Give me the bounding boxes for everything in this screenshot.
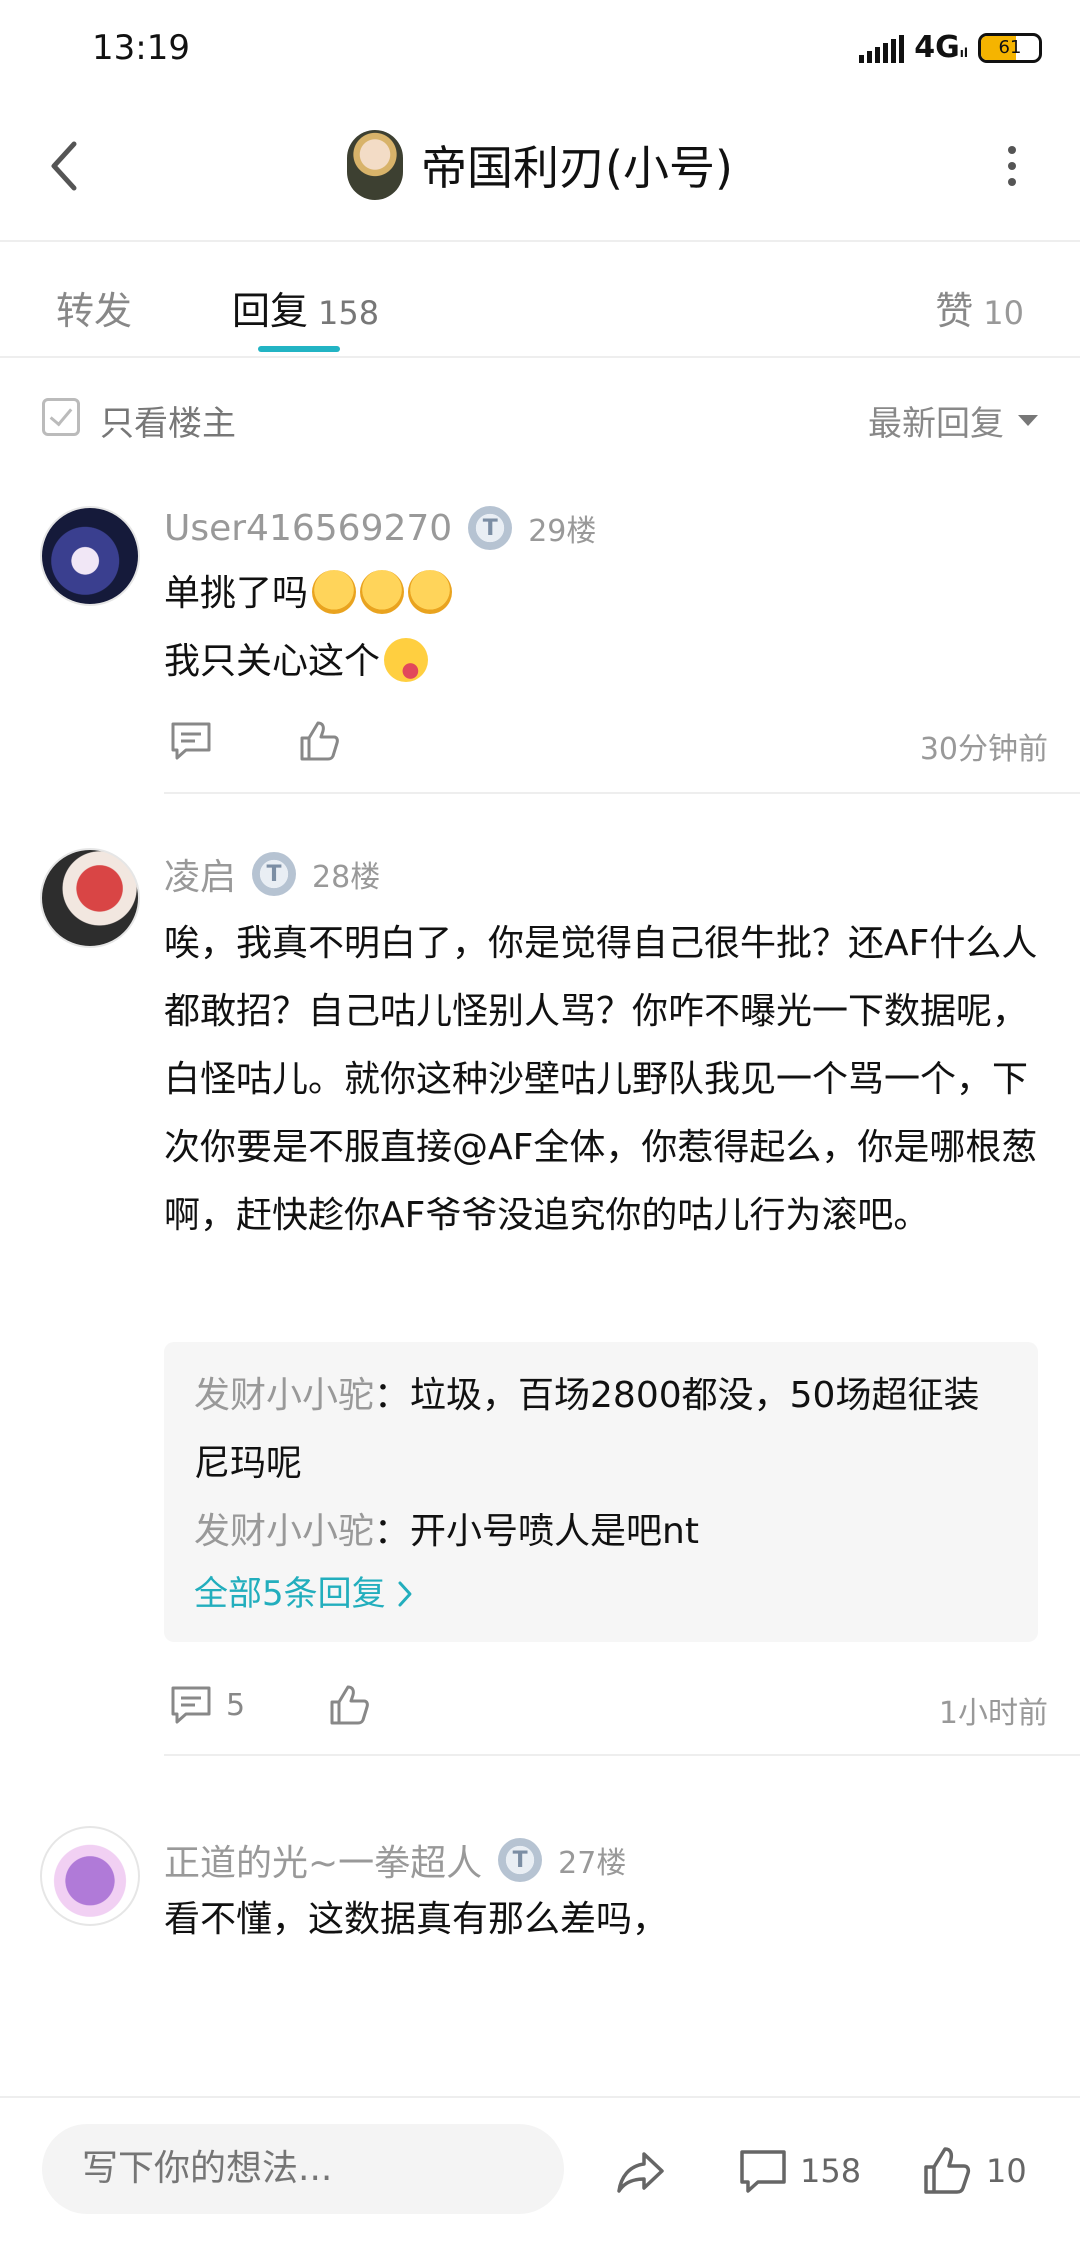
level-badge-icon: T [252, 852, 297, 896]
only-op-checkbox[interactable] [42, 398, 80, 436]
share-icon[interactable] [614, 2144, 668, 2198]
filter-bar: 只看楼主 最新回复 [0, 358, 1080, 476]
reply-username[interactable]: 发财小小驼 [194, 1375, 374, 1416]
divider [164, 792, 1080, 794]
like-count: 10 [983, 294, 1024, 332]
chevron-right-icon [398, 1581, 412, 1607]
comment-actions: 5 1小时前 [164, 1682, 1048, 1732]
avatar[interactable] [40, 506, 140, 606]
active-tab-indicator [258, 346, 340, 352]
author-avatar[interactable] [347, 130, 404, 200]
comment-meta: 正道的光~一拳超人 T 27楼 [164, 1834, 626, 1886]
tab-bar: 转发 回复 158 赞 10 [0, 242, 1080, 358]
comment-icon[interactable] [736, 2144, 790, 2198]
comment-input[interactable] [42, 2124, 564, 2214]
comment-icon[interactable] [168, 718, 214, 764]
status-bar: 13:19 4Gıl 61 [0, 0, 1080, 100]
caret-down-icon [1018, 415, 1038, 426]
bottom-bar: 158 10 [0, 2096, 1080, 2248]
status-time: 13:19 [92, 28, 190, 68]
floor-number: 28楼 [312, 860, 381, 895]
signal-icon [859, 33, 905, 63]
level-badge-icon: T [498, 1838, 543, 1882]
battery-icon: 61 [978, 32, 1042, 63]
comment-time: 30分钟前 [919, 732, 1048, 767]
network-type: 4Gıl [914, 30, 968, 65]
battery-level: 61 [998, 37, 1022, 58]
tab-forward[interactable]: 转发 [56, 280, 132, 335]
all-replies-link[interactable]: 全部5条回复 [194, 1566, 1008, 1622]
comment-text[interactable]: 看不懂，这数据真有那么差吗， [164, 1886, 1044, 1954]
sort-dropdown[interactable]: 最新回复 [868, 396, 1038, 445]
page-title: 帝国利刃(小号) [421, 141, 733, 195]
reply-preview-box[interactable]: 发财小小驼：垃圾，百场2800都没，50场超征装尼玛呢 发财小小驼：开小号喷人是… [164, 1342, 1038, 1642]
comment-time: 1小时前 [938, 1696, 1048, 1731]
hug-emoji-icon [360, 570, 405, 614]
comment-actions: 30分钟前 [164, 718, 1048, 768]
reply-item: 发财小小驼：垃圾，百场2800都没，50场超征装尼玛呢 [194, 1375, 980, 1484]
comment-meta: User416569270 T 29楼 [164, 506, 596, 550]
title-area[interactable]: 帝国利刃(小号) [0, 130, 1080, 200]
comment-icon[interactable] [168, 1682, 214, 1728]
tab-reply[interactable]: 回复 158 [232, 280, 379, 335]
username[interactable]: 凌启 [164, 848, 236, 900]
level-badge-icon: T [468, 506, 513, 550]
only-op-label[interactable]: 只看楼主 [100, 396, 236, 445]
reply-text: 开小号喷人是吧nt [410, 1511, 699, 1552]
username[interactable]: User416569270 [164, 508, 452, 549]
comment-meta: 凌启 T 28楼 [164, 848, 380, 900]
floor-number: 29楼 [528, 514, 597, 549]
more-options-button[interactable] [1004, 146, 1020, 186]
reply-count: 158 [318, 294, 380, 332]
bottom-comment-count: 158 [800, 2152, 862, 2190]
hug-emoji-icon [312, 570, 357, 614]
comment-text[interactable]: 唉，我真不明白了，你是觉得自己很牛批？还AF什么人都敢招？自己咕儿怪别人骂？你咋… [164, 910, 1044, 1250]
page-header: 帝国利刃(小号) [0, 100, 1080, 242]
hug-emoji-icon [408, 570, 453, 614]
reply-username[interactable]: 发财小小驼 [194, 1511, 374, 1552]
yum-emoji-icon [384, 638, 429, 682]
reply-item: 发财小小驼：开小号喷人是吧nt [194, 1511, 699, 1552]
comment-text[interactable]: 单挑了吗 我只关心这个 [164, 560, 1044, 696]
tab-like[interactable]: 赞 10 [935, 280, 1024, 335]
avatar[interactable] [40, 1826, 140, 1926]
comment-count: 5 [226, 1688, 246, 1723]
avatar[interactable] [40, 848, 140, 948]
status-icons: 4Gıl 61 [859, 30, 1042, 65]
thumbs-up-icon[interactable] [920, 2144, 974, 2198]
divider [164, 1754, 1080, 1756]
username[interactable]: 正道的光~一拳超人 [164, 1834, 482, 1886]
thumbs-up-icon[interactable] [326, 1682, 372, 1728]
thumbs-up-icon[interactable] [296, 718, 342, 764]
floor-number: 27楼 [558, 1846, 627, 1881]
bottom-like-count: 10 [986, 2152, 1027, 2190]
